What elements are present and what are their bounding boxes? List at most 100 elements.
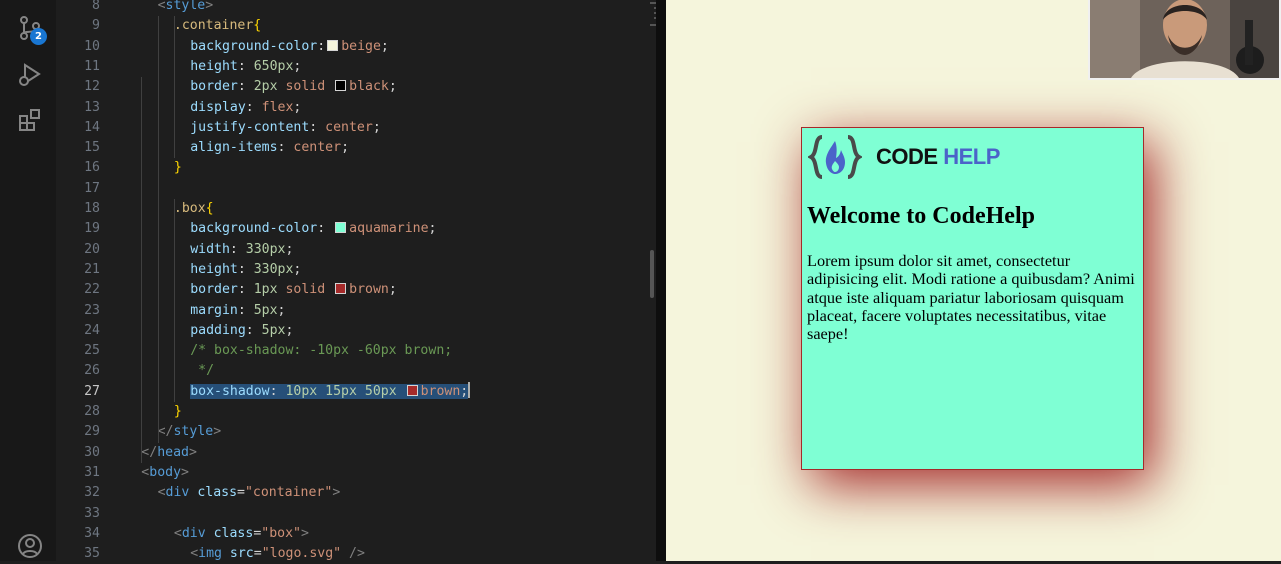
code-editor[interactable]: 8 <style> 9 .container{ 10 background-color: b… [56, 0, 704, 564]
code-line[interactable]: 20 width: 330px; [56, 240, 646, 260]
indent-guide [141, 77, 143, 463]
code-line[interactable]: 23 margin: 5px; [56, 301, 646, 321]
panel-divider [656, 0, 666, 561]
code-text[interactable]: justify-content: center; [190, 118, 381, 138]
line-number: 15 [84, 140, 100, 156]
logo-help-text: HELP [943, 144, 1000, 169]
line-number: 32 [84, 485, 100, 501]
line-number: 34 [84, 525, 100, 541]
code-line[interactable]: 17 [56, 179, 646, 199]
code-text[interactable]: <div class="box"> [174, 524, 309, 544]
code-text[interactable]: </head> [141, 443, 197, 463]
line-number: 14 [84, 119, 100, 135]
code-text[interactable]: width: 330px; [190, 240, 293, 260]
line-number: 17 [84, 180, 100, 196]
code-text[interactable]: <div class="container"> [158, 483, 341, 503]
code-text[interactable]: <img src="logo.svg" /> [190, 544, 365, 564]
code-text[interactable]: background-color: aquamarine; [190, 219, 436, 239]
code-text[interactable]: </style> [158, 422, 222, 442]
logo-wordmark: CODE HELP [876, 144, 1000, 170]
code-line[interactable]: 34 <div class="box"> [56, 524, 646, 544]
code-line[interactable]: 11 height: 650px; [56, 57, 646, 77]
extensions-icon[interactable] [16, 106, 44, 134]
code-line[interactable]: 22 border: 1px solid brown; [56, 280, 646, 300]
code-line[interactable]: 31 <body> [56, 463, 646, 483]
source-control-badge: 2 [30, 28, 47, 45]
code-line[interactable]: 19 background-color: aquamarine; [56, 219, 646, 239]
run-debug-icon[interactable] [16, 60, 44, 88]
code-line[interactable]: 15 align-items: center; [56, 138, 646, 158]
code-text[interactable]: align-items: center; [190, 138, 349, 158]
line-number: 24 [84, 322, 100, 338]
webcam-overlay [1088, 0, 1281, 80]
line-number: 11 [84, 58, 100, 74]
page-heading: Welcome to CodeHelp [807, 203, 1035, 229]
code-text[interactable]: display: flex; [190, 98, 301, 118]
code-text[interactable]: margin: 5px; [190, 301, 285, 321]
line-number: 26 [84, 363, 100, 379]
code-line[interactable]: 27 box-shadow: 10px 15px 50px brown; [56, 381, 646, 402]
account-icon[interactable] [16, 532, 44, 560]
line-number: 10 [84, 38, 100, 54]
indent-guide [173, 199, 175, 402]
activity-bar: 2 [0, 0, 56, 561]
color-swatch-icon[interactable] [327, 39, 339, 51]
line-number: 12 [84, 79, 100, 95]
code-line[interactable]: 9 .container{ [56, 16, 646, 36]
code-line[interactable]: 25 /* box-shadow: -10px -60px brown; [56, 341, 646, 361]
code-line[interactable]: 18 .box{ [56, 199, 646, 219]
code-text[interactable]: padding: 5px; [190, 321, 293, 341]
line-number: 8 [92, 0, 100, 13]
code-text[interactable]: } [174, 158, 182, 178]
indent-guide [157, 16, 159, 443]
code-line[interactable]: 16} [56, 158, 646, 178]
line-number: 28 [84, 404, 100, 419]
code-text[interactable]: .box{ [174, 199, 214, 219]
code-line[interactable]: 21 height: 330px; [56, 260, 646, 280]
line-number: 18 [84, 201, 100, 216]
code-line[interactable]: 35 <img src="logo.svg" /> [56, 544, 646, 564]
line-number: 27 [84, 383, 100, 399]
code-text[interactable]: height: 650px; [190, 57, 301, 77]
browser-preview: CODE HELP Welcome to CodeHelp Lorem ipsu… [666, 0, 1281, 561]
code-text[interactable]: height: 330px; [190, 260, 301, 280]
line-number: 33 [84, 505, 100, 521]
line-number: 23 [84, 302, 100, 318]
code-text[interactable]: /* box-shadow: -10px -60px brown; [190, 341, 452, 361]
color-swatch-icon[interactable] [335, 80, 347, 92]
code-text[interactable]: box-shadow: 10px 15px 50px brown; [190, 381, 471, 402]
line-number: 25 [84, 343, 100, 359]
color-swatch-icon[interactable] [406, 384, 418, 396]
code-line[interactable]: 26 */ [56, 361, 646, 381]
color-swatch-icon[interactable] [335, 283, 347, 295]
pane-resize-handle[interactable] [650, 250, 654, 298]
code-line[interactable]: 12 border: 2px solid black; [56, 77, 646, 97]
line-number: 21 [84, 261, 100, 277]
lorem-paragraph: Lorem ipsum dolor sit amet, consectetur … [807, 251, 1135, 344]
code-line[interactable]: 28} [56, 402, 646, 422]
color-swatch-icon[interactable] [335, 222, 347, 234]
code-text[interactable]: .container{ [174, 16, 261, 36]
code-text[interactable]: <body> [141, 463, 189, 483]
code-line[interactable]: 33 [56, 504, 646, 524]
code-line[interactable]: 13 display: flex; [56, 98, 646, 118]
code-line[interactable]: 32 <div class="container"> [56, 483, 646, 503]
line-number: 29 [84, 424, 100, 440]
code-text[interactable]: border: 2px solid black; [190, 77, 397, 97]
line-number: 20 [84, 241, 100, 257]
line-number: 16 [84, 160, 100, 176]
code-line[interactable]: 8 <style> [56, 0, 646, 16]
code-line[interactable]: 14 justify-content: center; [56, 118, 646, 138]
code-text[interactable]: <style> [158, 0, 214, 16]
indent-guide [173, 16, 175, 159]
code-text[interactable]: background-color: beige; [190, 37, 389, 57]
line-number: 22 [84, 282, 100, 298]
code-text[interactable]: */ [190, 361, 214, 381]
code-text[interactable]: border: 1px solid brown; [190, 280, 397, 300]
code-text[interactable]: } [174, 402, 182, 422]
line-number: 31 [84, 464, 100, 480]
code-line[interactable]: 24 padding: 5px; [56, 321, 646, 341]
code-line[interactable]: 30 </head> [56, 443, 646, 463]
code-line[interactable]: 29 </style> [56, 422, 646, 442]
code-line[interactable]: 10 background-color: beige; [56, 37, 646, 57]
